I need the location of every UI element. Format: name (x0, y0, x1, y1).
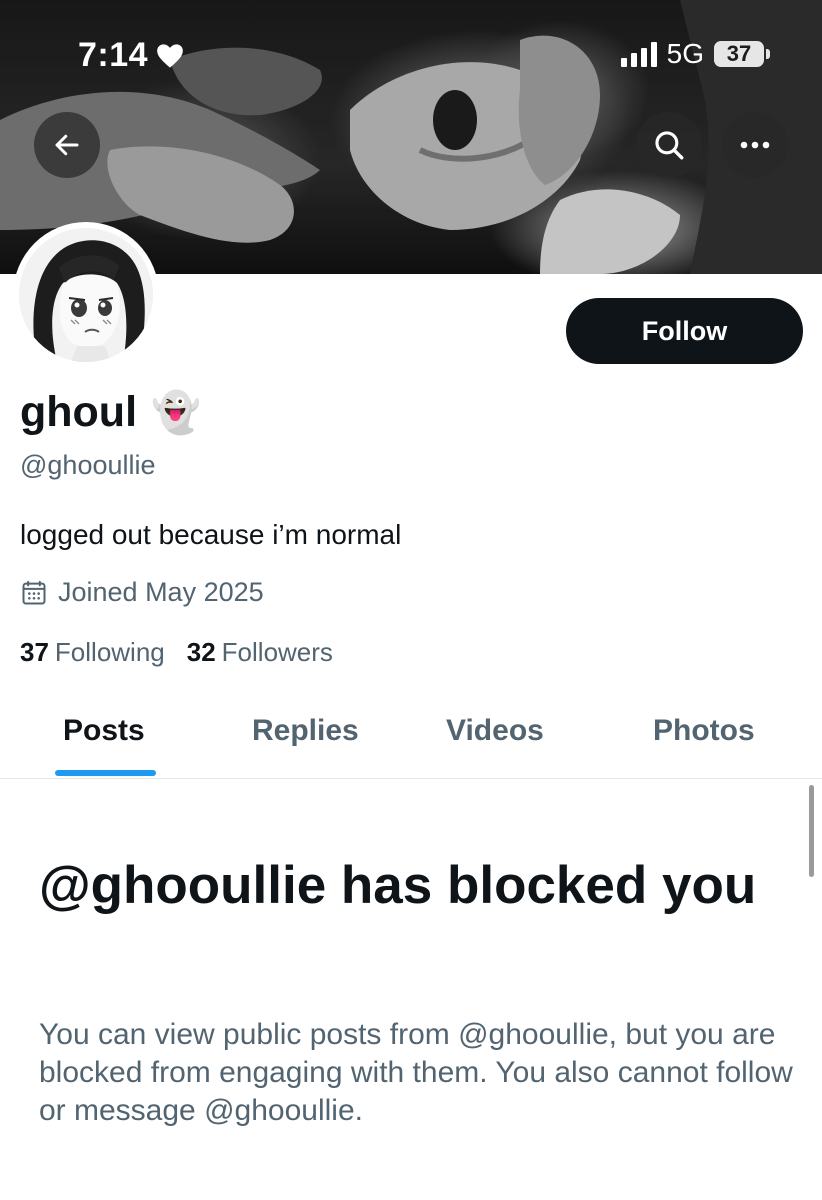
heart-icon (157, 43, 183, 68)
join-date: Joined May 2025 (20, 577, 264, 608)
tab-videos[interactable]: Videos (446, 714, 544, 748)
following-count: 37 (20, 637, 49, 667)
status-time-text: 7:14 (78, 36, 149, 74)
arrow-left-icon (55, 134, 79, 156)
more-options-button[interactable] (722, 112, 788, 178)
more-horizontal-icon (740, 141, 770, 149)
profile-bio: logged out because i’m normal (20, 519, 402, 550)
search-icon (655, 131, 684, 160)
tab-replies[interactable]: Replies (252, 714, 359, 748)
scrollbar[interactable] (809, 785, 814, 877)
battery-icon: 37 (714, 41, 770, 67)
blocked-description: You can view public posts from @ghooulli… (39, 1018, 793, 1127)
username-handle: @ghooullie (20, 450, 156, 480)
cellular-signal-icon (620, 41, 657, 67)
back-button[interactable] (34, 112, 100, 178)
followers-label: Followers (221, 637, 333, 667)
display-name: ghoul 👻 (20, 388, 201, 437)
network-type: 5G (666, 38, 704, 69)
calendar-icon (22, 580, 46, 604)
battery-level: 37 (726, 41, 752, 66)
tab-posts[interactable]: Posts (63, 714, 145, 748)
search-button[interactable] (636, 112, 702, 178)
display-name-text: ghoul (20, 388, 138, 436)
tab-photos[interactable]: Photos (653, 714, 755, 748)
status-time: 7:14 (78, 36, 184, 75)
profile-tabs: Posts Replies Videos Photos (0, 700, 822, 779)
avatar-image (19, 228, 153, 362)
follow-stats: 37 Following 32 Followers (20, 637, 333, 668)
following-link[interactable]: 37 Following (20, 637, 165, 668)
active-tab-indicator (55, 770, 156, 776)
followers-link[interactable]: 32 Followers (187, 637, 333, 668)
join-date-text: Joined May 2025 (58, 577, 264, 607)
avatar[interactable] (13, 222, 159, 368)
following-label: Following (54, 637, 165, 667)
status-indicators: 5G 37 (620, 38, 770, 70)
follow-button[interactable]: Follow (566, 298, 803, 364)
followers-count: 32 (186, 637, 216, 667)
blocked-title: @ghooullie has blocked you (39, 856, 757, 915)
ghost-emoji: 👻 (151, 390, 201, 436)
